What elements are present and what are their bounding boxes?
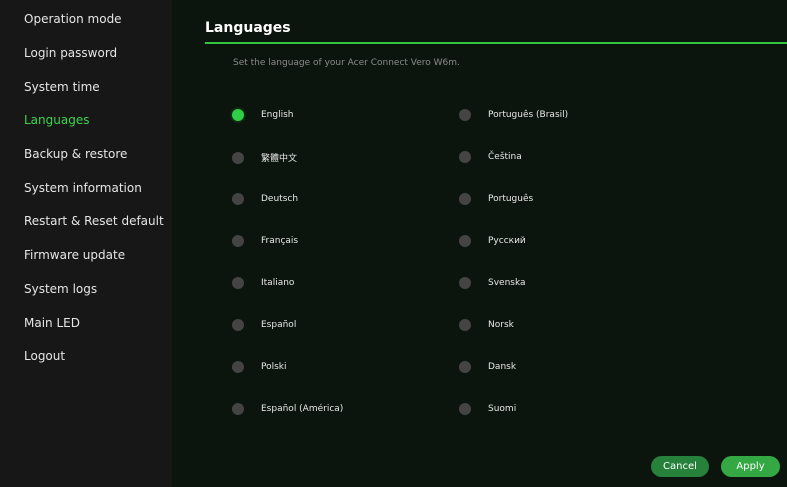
language-label: Svenska	[488, 278, 526, 288]
language-option-espanol[interactable]: Español	[232, 319, 296, 331]
radio-icon[interactable]	[459, 235, 471, 247]
radio-icon[interactable]	[459, 319, 471, 331]
sidebar-item-main-led[interactable]: Main LED	[24, 316, 80, 330]
language-label: Русский	[488, 236, 526, 246]
language-option-dansk[interactable]: Dansk	[459, 361, 516, 373]
sidebar-item-system-time[interactable]: System time	[24, 80, 100, 94]
language-label: Français	[261, 236, 299, 246]
language-option-portugues[interactable]: Português	[459, 193, 533, 205]
language-label: Italiano	[261, 278, 295, 288]
sidebar-item-restart-reset[interactable]: Restart & Reset default	[24, 214, 164, 228]
language-option-english[interactable]: English	[232, 109, 294, 121]
sidebar-item-firmware-update[interactable]: Firmware update	[24, 248, 125, 262]
language-label: Polski	[261, 362, 287, 372]
radio-icon[interactable]	[232, 277, 244, 289]
radio-icon[interactable]	[459, 361, 471, 373]
language-option-cestina[interactable]: Čeština	[459, 151, 522, 163]
language-label: Dansk	[488, 362, 517, 372]
language-option-portugues-brasil[interactable]: Português (Brasil)	[459, 109, 568, 121]
language-option-russian[interactable]: Русский	[459, 235, 526, 247]
sidebar-item-languages[interactable]: Languages	[24, 113, 89, 127]
language-label: English	[261, 110, 294, 120]
language-label: Português (Brasil)	[488, 110, 569, 120]
radio-icon[interactable]	[459, 193, 471, 205]
radio-icon[interactable]	[459, 109, 471, 121]
sidebar-item-operation-mode[interactable]: Operation mode	[24, 12, 122, 26]
language-option-deutsch[interactable]: Deutsch	[232, 193, 298, 205]
radio-icon[interactable]	[459, 403, 471, 415]
radio-icon[interactable]	[232, 361, 244, 373]
sidebar-item-logout[interactable]: Logout	[24, 349, 65, 363]
language-label: Español (América)	[261, 404, 344, 414]
language-label: Suomi	[488, 404, 517, 414]
settings-window: Operation mode Login password System tim…	[0, 0, 787, 487]
radio-icon[interactable]	[459, 277, 471, 289]
radio-icon[interactable]	[232, 235, 244, 247]
page-subtitle: Set the language of your Acer Connect Ve…	[233, 58, 460, 68]
sidebar: Operation mode Login password System tim…	[0, 0, 172, 487]
language-option-espanol-america[interactable]: Español (América)	[232, 403, 343, 415]
language-option-traditional-chinese[interactable]: 繁體中文	[232, 151, 297, 164]
radio-icon[interactable]	[232, 193, 244, 205]
title-divider	[205, 42, 787, 44]
sidebar-item-system-information[interactable]: System information	[24, 181, 142, 195]
language-option-svenska[interactable]: Svenska	[459, 277, 526, 289]
language-label: 繁體中文	[261, 154, 298, 164]
page-title: Languages	[205, 20, 291, 36]
apply-button[interactable]: Apply	[721, 456, 780, 477]
sidebar-item-login-password[interactable]: Login password	[24, 46, 117, 60]
cancel-button[interactable]: Cancel	[651, 456, 709, 477]
language-label: Čeština	[488, 152, 522, 162]
sidebar-item-system-logs[interactable]: System logs	[24, 282, 97, 296]
sidebar-item-backup-restore[interactable]: Backup & restore	[24, 147, 127, 161]
radio-icon[interactable]	[232, 151, 244, 164]
language-option-norsk[interactable]: Norsk	[459, 319, 514, 331]
language-option-francais[interactable]: Français	[232, 235, 298, 247]
main-panel: Languages Set the language of your Acer …	[172, 0, 787, 487]
language-label: Deutsch	[261, 194, 299, 204]
language-label: Português	[488, 194, 534, 204]
radio-selected-icon[interactable]	[232, 109, 244, 121]
radio-icon[interactable]	[232, 403, 244, 415]
language-label: Norsk	[488, 320, 514, 330]
language-label: Español	[261, 320, 297, 330]
language-option-suomi[interactable]: Suomi	[459, 403, 516, 415]
radio-icon[interactable]	[459, 151, 471, 163]
radio-icon[interactable]	[232, 319, 244, 331]
language-option-polski[interactable]: Polski	[232, 361, 287, 373]
language-option-italiano[interactable]: Italiano	[232, 277, 294, 289]
